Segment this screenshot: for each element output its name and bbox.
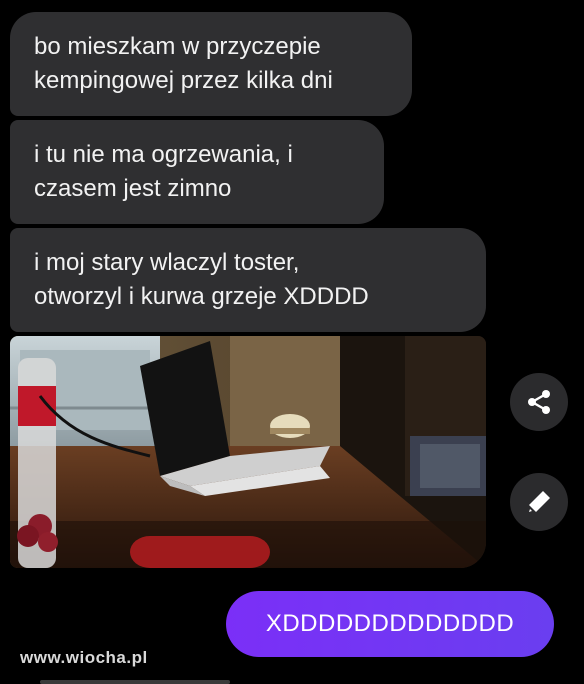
- share-button[interactable]: [510, 373, 568, 431]
- toaster-photo: [10, 336, 486, 568]
- edit-button[interactable]: [510, 473, 568, 531]
- pencil-icon: [529, 491, 550, 512]
- chat-thread: bo mieszkam w przyczepie kempingowej prz…: [0, 0, 584, 684]
- received-message[interactable]: i moj stary wlaczyl toster, otworzyl i k…: [10, 228, 486, 332]
- received-message[interactable]: bo mieszkam w przyczepie kempingowej prz…: [10, 12, 412, 116]
- sent-message[interactable]: XDDDDDDDDDDDDD: [226, 591, 554, 657]
- home-indicator: [40, 680, 230, 684]
- photo-message[interactable]: [10, 336, 486, 568]
- watermark: www.wiocha.pl: [20, 648, 148, 667]
- share-icon: [528, 390, 550, 414]
- received-message[interactable]: i tu nie ma ogrzewania, i czasem jest zi…: [10, 120, 384, 224]
